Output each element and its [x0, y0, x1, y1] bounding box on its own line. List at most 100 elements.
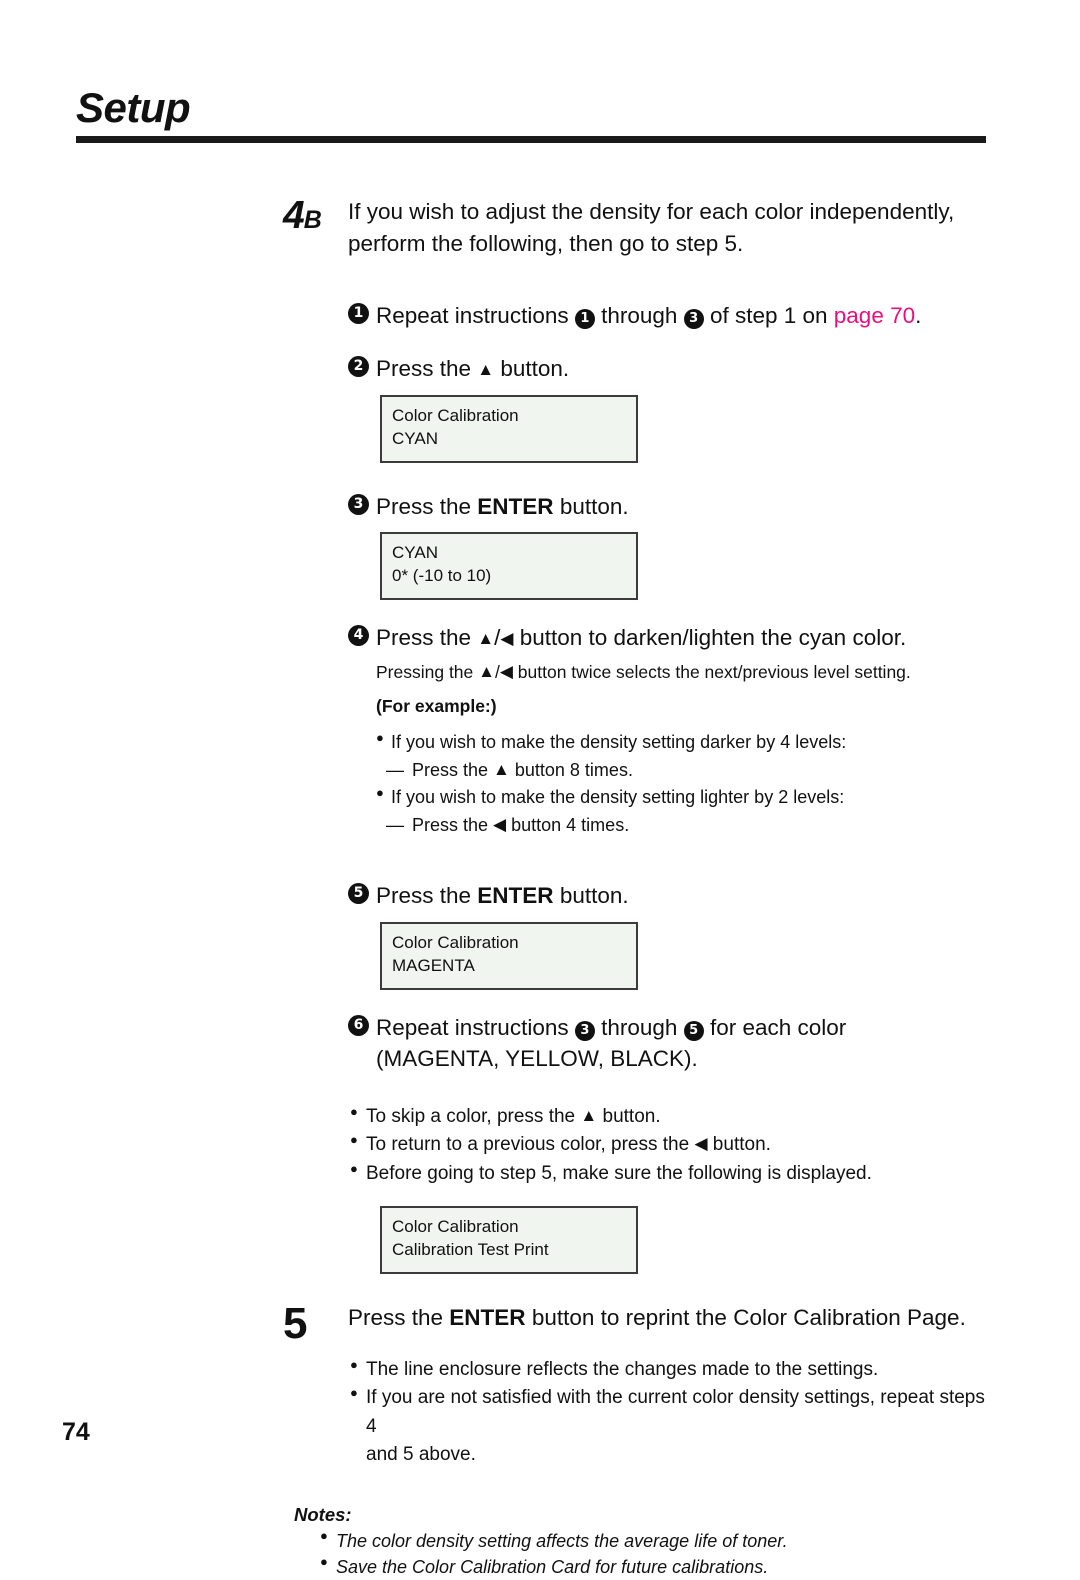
substep-6-text-b: through	[594, 1014, 684, 1040]
substep-2: 2 Press the ▲ button.	[0, 353, 1080, 385]
substep-6-text-c: for each color	[703, 1014, 847, 1040]
arrow-up-icon: ▲	[493, 759, 510, 779]
step-4b-text: If you wish to adjust the density for ea…	[348, 196, 996, 260]
notes-title: Notes:	[294, 1503, 352, 1525]
for-example-label: (For example:)	[376, 696, 497, 717]
substep-4-text-b: button to darken/lighten the cyan color.	[513, 625, 907, 651]
step-4b-letter: B	[303, 206, 322, 234]
color-bullet-3-text: Before going to step 5, make sure the fo…	[366, 1162, 872, 1184]
example-dash-2-b: button 4 times.	[506, 815, 630, 836]
enter-button-label: ENTER	[477, 493, 554, 519]
inline-ref-1: 1	[574, 308, 595, 329]
substep-1-marker: 1	[348, 302, 369, 324]
page-header: Setup	[76, 85, 986, 144]
substep-5-marker: 5	[348, 883, 369, 905]
arrow-left-icon: ◀	[500, 629, 514, 649]
substep-1: 1 Repeat instructions 1 through 3 of ste…	[0, 300, 1080, 332]
substep-4-marker: 4	[348, 625, 369, 647]
note-item: ● The color density setting affects the a…	[320, 1528, 996, 1554]
arrow-up-icon: ▲	[478, 661, 495, 681]
substep-4-text-a: Press the	[376, 625, 478, 651]
note-item-text: Save the Color Calibration Card for futu…	[336, 1556, 769, 1577]
page-70-link[interactable]: page 70	[834, 303, 915, 328]
example-dash-2: — Press the ◀ button 4 times.	[376, 812, 996, 840]
bullet-dot-icon: ●	[350, 1356, 358, 1372]
bullet-dot-icon: ●	[350, 1160, 358, 1176]
substep-6-line2: (MAGENTA, YELLOW, BLACK).	[376, 1046, 698, 1072]
example-bullet-1: ● If you wish to make the density setting…	[376, 729, 996, 757]
step-5-text-b: button to reprint the Color Calibration …	[525, 1304, 966, 1330]
lcd-magenta-line1: Color Calibration	[392, 932, 519, 952]
bullet-dot-icon: ●	[376, 785, 384, 801]
step-4b: 4B If you wish to adjust the density for…	[0, 196, 1080, 260]
example-bullet-1-text: If you wish to make the density setting …	[391, 731, 847, 752]
notes-list: ● The color density setting affects the a…	[294, 1528, 996, 1580]
substep-5-text-b: button.	[553, 883, 629, 909]
enter-button-label: ENTER	[477, 883, 554, 909]
enter-button-label: ENTER	[449, 1304, 526, 1330]
example-bullet-2-text: If you wish to make the density setting …	[391, 787, 845, 808]
step-4b-numeral: 4	[283, 194, 305, 237]
example-dash-1: — Press the ▲ button 8 times.	[376, 757, 996, 785]
step-5: 5 Press the ENTER button to reprint the …	[0, 1301, 1080, 1345]
substep-3-text-b: button.	[553, 493, 629, 519]
step-5-number: 5	[283, 1298, 307, 1348]
substep-2-text-a: Press the	[376, 356, 478, 382]
step-5-bullet-2: ● If you are not satisfied with the curre…	[350, 1384, 996, 1470]
substep-5: 5 Press the ENTER button.	[0, 880, 1080, 912]
step-5-bullet-2-cont: and 5 above.	[366, 1444, 476, 1466]
color-bullet-2-b: button.	[707, 1134, 771, 1156]
lcd-magenta-line2: MAGENTA	[392, 955, 475, 975]
color-bullet-list: ● To skip a color, press the ▲ button. ● T…	[0, 1103, 1080, 1189]
substep-1-text-b: through	[594, 302, 684, 328]
arrow-left-icon: ◀	[493, 815, 507, 835]
substep-3: 3 Press the ENTER button.	[0, 491, 1080, 523]
page-content: 4B If you wish to adjust the density for…	[0, 196, 1080, 1580]
bullet-dot-icon: ●	[320, 1527, 328, 1543]
substep-4-subnote: Pressing the ▲/◀ button twice selects th…	[0, 660, 1080, 685]
color-bullet-1-a: To skip a color, press the	[366, 1105, 581, 1127]
dash-icon: —	[386, 759, 404, 780]
note-item: ● Save the Color Calibration Card for fut…	[320, 1554, 996, 1580]
example-bullet-2: ● If you wish to make the density setting…	[376, 784, 996, 812]
bullet-dot-icon: ●	[376, 729, 384, 745]
arrow-up-icon: ▲	[477, 360, 495, 380]
substep-4-subnote-b: button twice selects the next/previous l…	[512, 661, 911, 682]
substep-3-marker: 3	[348, 493, 369, 515]
substep-6-text-a: Repeat instructions	[376, 1014, 575, 1040]
arrow-left-icon: ◀	[499, 661, 513, 681]
color-bullet-2: ● To return to a previous color, press th…	[350, 1131, 996, 1160]
step-5-bullet-2-text: If you are not satisfied with the curren…	[366, 1387, 985, 1437]
substep-4-subnote-a: Pressing the	[376, 661, 479, 682]
step-5-text: Press the ENTER button to reprint the Co…	[348, 1302, 996, 1334]
color-bullet-2-a: To return to a previous color, press the	[366, 1134, 695, 1156]
example-dash-1-b: button 8 times.	[509, 759, 633, 780]
arrow-up-icon: ▲	[580, 1105, 598, 1125]
arrow-up-icon: ▲	[477, 629, 495, 649]
substep-2-marker: 2	[348, 356, 369, 378]
lcd-cyan-title-line1: Color Calibration	[392, 405, 519, 425]
step-5-bullet-list: ● The line enclosure reflects the changes…	[0, 1356, 1080, 1470]
example-dash-2-a: Press the	[412, 815, 494, 836]
bullet-dot-icon: ●	[350, 1103, 358, 1119]
lcd-display-magenta: Color Calibration MAGENTA	[380, 921, 638, 990]
step-4b-line2: perform the following, then go to step 5…	[348, 230, 744, 256]
bullet-dot-icon: ●	[320, 1553, 328, 1569]
lcd-display-cyan-title: Color Calibration CYAN	[380, 394, 638, 463]
notes-block: Notes: ● The color density setting affect…	[0, 1504, 1080, 1580]
step-5-text-a: Press the	[348, 1304, 450, 1330]
substep-1-text-d: .	[915, 302, 922, 328]
note-item-text: The color density setting affects the av…	[336, 1530, 788, 1551]
substep-5-text-a: Press the	[376, 883, 478, 909]
inline-ref-3: 3	[683, 308, 704, 329]
substep-1-text-a: Repeat instructions	[376, 302, 575, 328]
substep-4: 4 Press the ▲/◀ button to darken/lighten…	[0, 622, 1080, 654]
inline-ref-3: 3	[574, 1020, 595, 1041]
substep-1-text-c: of step 1 on	[703, 302, 834, 328]
lcd-test-print-line2: Calibration Test Print	[392, 1240, 549, 1259]
substep-2-text-b: button.	[494, 356, 570, 382]
lcd-test-print-line1: Color Calibration	[392, 1217, 519, 1237]
document-page: Setup 4B If you wish to adjust the densi…	[0, 0, 1080, 1577]
substep-6: 6 Repeat instructions 3 through 5 for ea…	[0, 1012, 1080, 1075]
example-bullet-list: ● If you wish to make the density setting…	[0, 729, 1080, 841]
